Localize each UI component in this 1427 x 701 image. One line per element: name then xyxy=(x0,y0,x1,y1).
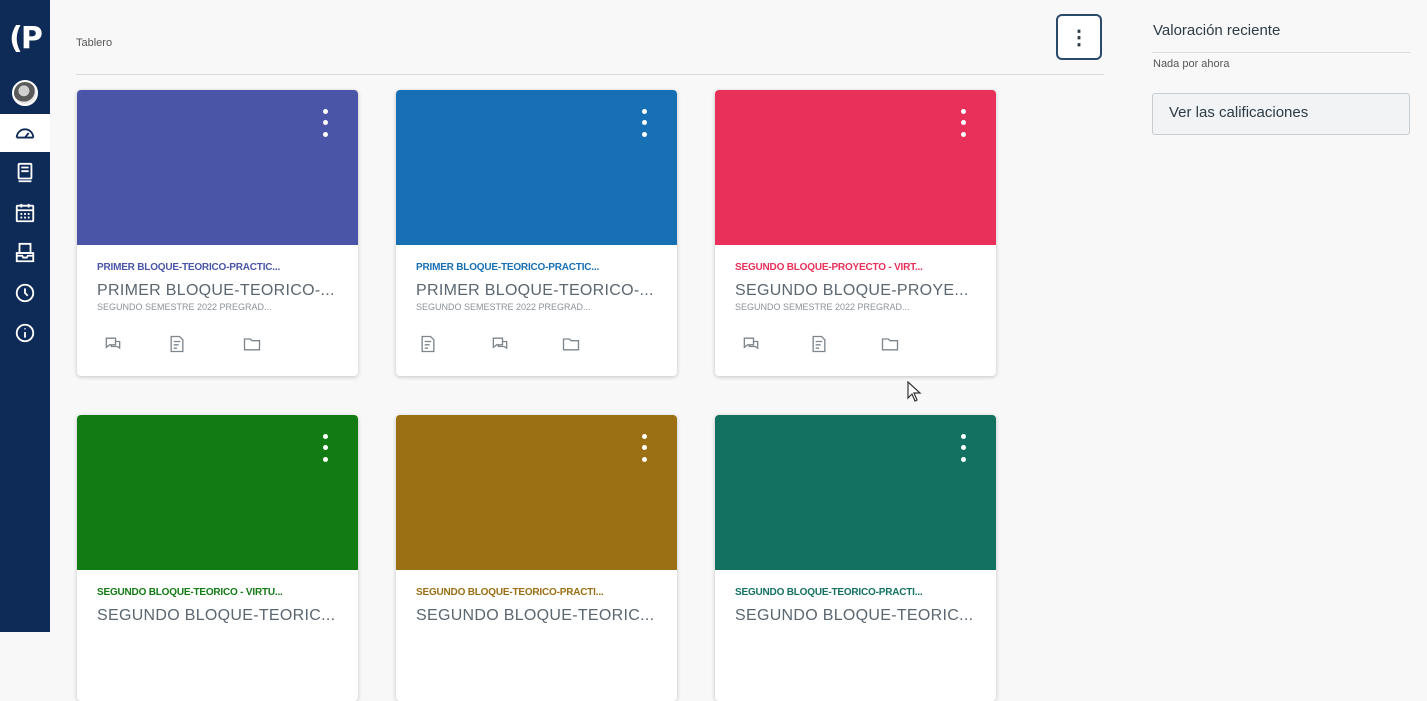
courses-icon xyxy=(17,162,33,183)
discussions-icon[interactable] xyxy=(741,334,763,356)
course-card-header[interactable] xyxy=(77,90,358,245)
assignments-icon[interactable] xyxy=(418,334,440,356)
course-card[interactable]: SEGUNDO BLOQUE-TEORICO-PRACTI... SEGUNDO … xyxy=(396,415,677,701)
course-term: SEGUNDO SEMESTRE 2022 PREGRAD... xyxy=(416,302,591,312)
nav-inbox[interactable] xyxy=(0,234,50,272)
course-name: PRIMER BLOQUE-TEORICO-... xyxy=(416,282,654,299)
files-icon[interactable] xyxy=(242,334,264,356)
course-card-actions xyxy=(77,334,358,358)
discussions-icon[interactable] xyxy=(490,334,512,356)
course-short-name[interactable]: SEGUNDO BLOQUE-TEORICO-PRACTI... xyxy=(416,587,677,598)
course-card-header[interactable] xyxy=(396,415,677,570)
global-navigation: (P xyxy=(0,0,50,632)
inbox-icon xyxy=(15,242,35,263)
nav-history[interactable] xyxy=(0,274,50,312)
course-card-actions xyxy=(396,334,677,358)
course-card[interactable]: SEGUNDO BLOQUE-TEORICO - VIRTU... SEGUNDO… xyxy=(77,415,358,701)
dashboard-options-button[interactable]: ⋮ xyxy=(1056,14,1102,60)
course-card-header[interactable] xyxy=(396,90,677,245)
course-name: PRIMER BLOQUE-TEORICO-... xyxy=(97,282,335,299)
calendar-icon xyxy=(15,203,35,223)
card-options-icon[interactable] xyxy=(639,431,649,465)
course-card[interactable]: SEGUNDO BLOQUE-TEORICO-PRACTI... SEGUNDO … xyxy=(715,415,996,701)
course-name: SEGUNDO BLOQUE-TEORIC... xyxy=(735,607,974,624)
course-card-header[interactable] xyxy=(77,415,358,570)
history-icon xyxy=(15,283,35,303)
course-short-name[interactable]: SEGUNDO BLOQUE-TEORICO-PRACTI... xyxy=(735,587,996,598)
dashboard-icon xyxy=(15,128,35,139)
card-options-icon[interactable] xyxy=(958,106,968,140)
course-short-name[interactable]: PRIMER BLOQUE-TEORICO-PRACTIC... xyxy=(97,262,358,273)
card-options-icon[interactable] xyxy=(958,431,968,465)
course-card[interactable]: PRIMER BLOQUE-TEORICO-PRACTIC... PRIMER B… xyxy=(396,90,677,376)
recent-feedback-title: Valoración reciente xyxy=(1153,22,1281,39)
discussions-icon[interactable] xyxy=(103,334,125,356)
course-card-header[interactable] xyxy=(715,90,996,245)
course-card[interactable]: PRIMER BLOQUE-TEORICO-PRACTIC... PRIMER B… xyxy=(77,90,358,376)
course-term: SEGUNDO SEMESTRE 2022 PREGRAD... xyxy=(97,302,272,312)
course-name: SEGUNDO BLOQUE-TEORIC... xyxy=(416,607,655,624)
assignments-icon[interactable] xyxy=(809,334,831,356)
course-short-name[interactable]: PRIMER BLOQUE-TEORICO-PRACTIC... xyxy=(416,262,677,273)
card-options-icon[interactable] xyxy=(320,106,330,140)
nav-dashboard[interactable] xyxy=(0,114,50,152)
account-avatar[interactable] xyxy=(12,80,38,106)
help-icon xyxy=(15,323,35,343)
assignments-icon[interactable] xyxy=(167,334,189,356)
recent-feedback-empty: Nada por ahora xyxy=(1153,58,1230,70)
course-name: SEGUNDO BLOQUE-PROYE... xyxy=(735,282,969,299)
files-icon[interactable] xyxy=(561,334,583,356)
files-icon[interactable] xyxy=(880,334,902,356)
institution-logo[interactable]: (P xyxy=(5,18,45,58)
course-short-name[interactable]: SEGUNDO BLOQUE-PROYECTO - VIRT... xyxy=(735,262,996,273)
course-card[interactable]: SEGUNDO BLOQUE-PROYECTO - VIRT... SEGUNDO… xyxy=(715,90,996,376)
course-card-header[interactable] xyxy=(715,415,996,570)
nav-calendar[interactable] xyxy=(0,194,50,232)
course-name: SEGUNDO BLOQUE-TEORIC... xyxy=(97,607,336,624)
course-short-name[interactable]: SEGUNDO BLOQUE-TEORICO - VIRTU... xyxy=(97,587,358,598)
card-options-icon[interactable] xyxy=(639,106,649,140)
nav-courses[interactable] xyxy=(0,154,50,192)
breadcrumb: Tablero xyxy=(76,37,113,49)
nav-help[interactable] xyxy=(0,314,50,352)
course-card-actions xyxy=(715,334,996,358)
course-term: SEGUNDO SEMESTRE 2022 PREGRAD... xyxy=(735,302,910,312)
card-options-icon[interactable] xyxy=(320,431,330,465)
page-header: Tablero ⋮ xyxy=(76,0,1104,75)
view-grades-button[interactable]: Ver las calificaciones xyxy=(1152,93,1410,135)
divider xyxy=(1152,52,1410,53)
mouse-pointer-icon xyxy=(907,381,922,402)
